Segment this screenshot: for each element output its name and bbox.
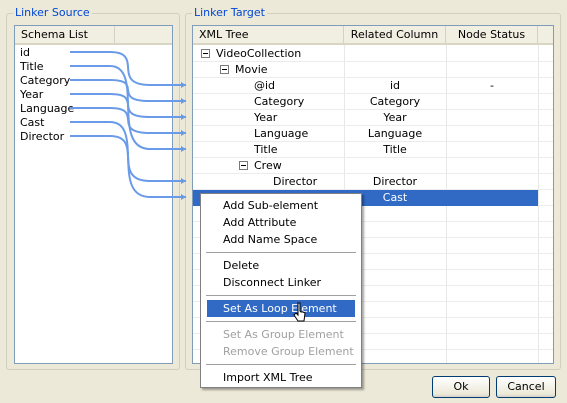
tree-node-label: Crew xyxy=(254,159,282,172)
tree-row[interactable]: Category Category xyxy=(193,94,538,110)
menu-item-disconnect-linker[interactable]: Disconnect Linker xyxy=(207,274,355,291)
schema-list-item[interactable]: Language xyxy=(20,102,74,116)
tree-node-label: Year xyxy=(254,111,278,124)
column-header-xml-tree[interactable]: XML Tree xyxy=(193,26,344,45)
tree-row[interactable]: Movie xyxy=(193,62,538,78)
tree-row[interactable]: Crew xyxy=(193,158,538,174)
tree-node-label: Director xyxy=(273,175,318,188)
menu-item-add-name-space[interactable]: Add Name Space xyxy=(207,231,355,248)
menu-separator xyxy=(206,321,356,322)
related-column-cell: Title xyxy=(383,143,407,156)
node-status-cell xyxy=(446,110,538,126)
node-status-cell xyxy=(446,46,538,62)
related-column-cell xyxy=(344,158,446,174)
menu-item-set-as-group-element: Set As Group Element xyxy=(223,328,344,341)
related-column-cell: id xyxy=(389,79,401,92)
node-status-cell xyxy=(446,126,538,142)
schema-list-item[interactable]: Director xyxy=(20,130,64,144)
node-status-cell xyxy=(446,158,538,174)
tree-node-label: @id xyxy=(254,79,276,92)
schema-list-header[interactable]: Schema List xyxy=(15,26,115,45)
ok-button[interactable]: Ok xyxy=(432,376,490,398)
tree-node-label: Category xyxy=(254,95,305,108)
node-status-cell xyxy=(446,62,538,78)
node-status-cell xyxy=(446,174,538,190)
node-status-cell: - xyxy=(490,79,494,92)
tree-row[interactable]: @id id - xyxy=(193,78,538,94)
schema-list-item[interactable]: Cast xyxy=(20,116,44,130)
related-column-cell: Director xyxy=(372,175,418,188)
schema-list-item[interactable]: id xyxy=(20,46,30,60)
related-column-cell xyxy=(344,62,446,78)
node-status-cell xyxy=(446,142,538,158)
schema-list-header-filler xyxy=(115,26,172,45)
collapse-icon[interactable] xyxy=(220,65,229,74)
collapse-icon[interactable] xyxy=(201,49,210,58)
related-column-cell: Year xyxy=(383,111,407,124)
tree-row[interactable]: Year Year xyxy=(193,110,538,126)
schema-list-item[interactable]: Category xyxy=(20,74,70,88)
collapse-icon[interactable] xyxy=(239,161,248,170)
tree-node-label: VideoCollection xyxy=(216,47,302,60)
menu-separator xyxy=(206,252,356,253)
context-menu: Add Sub-element Add Attribute Add Name Spa… xyxy=(200,193,362,388)
mouse-cursor-icon xyxy=(293,302,306,322)
schema-list-item[interactable]: Year xyxy=(20,88,43,102)
menu-item-add-sub-element[interactable]: Add Sub-element xyxy=(207,197,355,214)
menu-item-remove-group-element: Remove Group Element xyxy=(223,345,354,358)
schema-list-panel[interactable]: Schema List id Title Category Year Language C… xyxy=(14,25,173,364)
tree-node-label: Language xyxy=(254,127,309,140)
related-column-cell: Category xyxy=(369,95,421,108)
column-header-node-status[interactable]: Node Status xyxy=(446,26,538,45)
tree-row[interactable]: Title Title xyxy=(193,142,538,158)
related-column-cell xyxy=(344,46,446,62)
tree-node-label: Title xyxy=(254,143,278,156)
node-status-cell xyxy=(446,190,538,206)
linker-target-title: Linker Target xyxy=(192,6,267,19)
tree-row[interactable]: Director Director xyxy=(193,174,538,190)
menu-item-set-as-loop-element[interactable]: Set As Loop Element xyxy=(207,300,355,317)
tree-row[interactable]: Language Language xyxy=(193,126,538,142)
menu-item-delete[interactable]: Delete xyxy=(207,257,355,274)
cancel-button[interactable]: Cancel xyxy=(496,376,556,398)
node-status-cell xyxy=(446,94,538,110)
schema-list-item[interactable]: Title xyxy=(20,60,44,74)
linker-source-title: Linker Source xyxy=(13,6,92,19)
menu-item-add-attribute[interactable]: Add Attribute xyxy=(207,214,355,231)
column-header-filler xyxy=(538,26,553,45)
related-column-cell: Language xyxy=(367,127,423,140)
tree-row[interactable]: VideoCollection xyxy=(193,46,538,62)
menu-separator xyxy=(206,295,356,296)
menu-separator xyxy=(206,364,356,365)
tree-node-label: Movie xyxy=(235,63,268,76)
menu-item-import-xml-tree[interactable]: Import XML Tree xyxy=(207,369,355,386)
column-header-related-column[interactable]: Related Column xyxy=(344,26,446,45)
